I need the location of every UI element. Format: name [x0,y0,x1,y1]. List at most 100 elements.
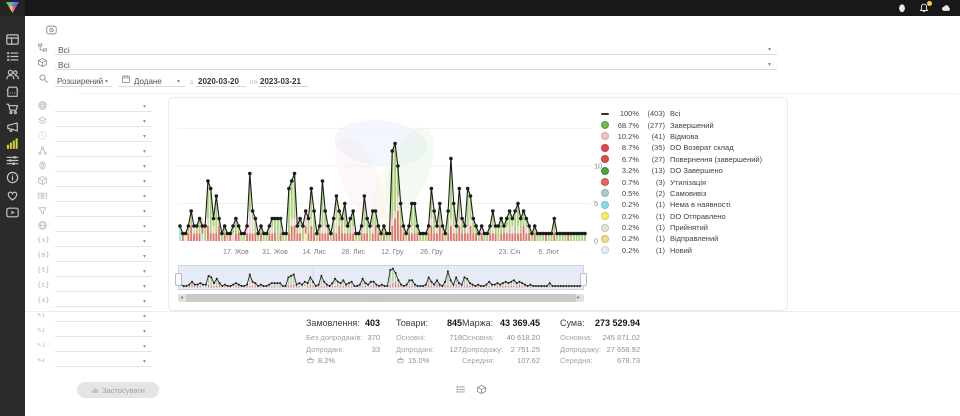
filter-affiliate[interactable] [37,145,155,160]
date-from-input[interactable]: 2020-03-20 [198,77,239,86]
legend-label: Повернення (завершений) [670,155,762,164]
sidebar-item-store[interactable] [5,84,20,99]
search-icon[interactable] [38,73,49,84]
product-filter-value[interactable]: Всі [58,60,70,70]
filter-utm-campaign[interactable]: {x} [37,295,155,310]
svg-text:28. Лис: 28. Лис [341,249,365,256]
legend-percent: 100% [613,109,639,118]
filter-note-1[interactable]: ✎₁ [37,310,155,325]
upsell-percent: 15.0% [408,355,429,367]
filter-underline [55,306,152,307]
legend-item[interactable]: 0.7%(3)Утилізація [601,176,783,187]
sidebar-item-marketing[interactable] [5,119,20,134]
filter-product[interactable] [37,175,155,190]
chevron-down-icon [143,223,146,230]
chevron-down-icon [143,103,146,110]
legend-item[interactable]: 6.7%(27)Повернення (завершений) [601,154,783,165]
legend-item[interactable]: 0.2%(1)Відправлений [601,233,783,244]
filter-utm-medium-icon: {m} [37,251,50,259]
chevron-down-icon [143,268,146,275]
stat-orders: Замовлення:403Без допродажів:370Допродан… [306,318,380,367]
stat-sub-label: Без допродажів: [306,332,363,344]
stat-margin: Маржа:43 369.45Основна:40 618.20Допродаж… [462,318,540,367]
legend-item[interactable]: 0.5%(2)Самовивіз [601,188,783,199]
filter-time[interactable] [37,130,155,145]
stat-value: 273 529.94 [595,318,640,328]
search-mode-select[interactable]: Розширений [57,77,103,86]
scroll-left-icon[interactable] [180,295,183,302]
scroll-right-icon[interactable] [577,295,580,302]
products-view-icon[interactable] [476,384,487,395]
stat-sub-value: 678.73 [617,355,640,367]
stat-sub-value: 127 [449,344,462,356]
legend-item[interactable]: 0.2%(1)DO Отправлено [601,211,783,222]
filter-utm-term[interactable]: {t} [37,265,155,280]
avatar-egg-icon[interactable] [896,2,908,14]
filter-supplier[interactable] [37,115,155,130]
date-field-select[interactable]: Додане [134,77,162,86]
sidebar-item-purchases[interactable] [5,101,20,116]
chevron-down-icon [768,62,771,68]
filter-utm-medium[interactable]: {m} [37,250,155,265]
sidebar-item-info[interactable] [5,170,20,185]
filter-underline [55,231,152,232]
legend-item[interactable]: 0.2%(1)Новий [601,245,783,256]
orders-chart-card: 051017. Жов31. Жов14. Лис28. Лис12. Гру2… [168,97,788,311]
legend-label: Завершений [670,121,714,130]
legend-marker-icon [601,121,609,129]
sidebar-item-customers[interactable] [5,67,20,82]
theme-cloud-icon[interactable] [940,2,952,14]
filter-underline [55,351,152,352]
svg-text:6. Лют: 6. Лют [538,249,559,256]
filter-note-3[interactable]: ✎₃ [37,340,155,355]
chevron-down-icon [143,283,146,290]
filter-note-4[interactable]: ✎₄ [37,355,155,370]
filter-country[interactable] [37,100,155,115]
stat-sub-value: 2 751.25 [511,344,540,356]
orders-list-view-icon[interactable] [455,384,466,395]
filter-website[interactable] [37,220,155,235]
legend-item[interactable]: 10.2%(41)Відмова [601,131,783,142]
filter-utm-source[interactable]: {s} [37,235,155,250]
legend-count: (2) [639,189,665,198]
filter-note-2[interactable]: ✎₂ [37,325,155,340]
legend-item[interactable]: 3.2%(13)DO Завершено [601,165,783,176]
sidebar-item-analytics[interactable] [5,136,20,151]
legend-item[interactable]: 0.2%(1)Прийнятий [601,222,783,233]
svg-text:14. Лис: 14. Лис [302,249,326,256]
brand-logo[interactable] [0,0,25,16]
filter-utm-content[interactable]: {c} [37,280,155,295]
stat-value: 845 [447,318,462,328]
brush-handle-left[interactable] [175,273,182,286]
legend-item[interactable]: 8.7%(35)DO Возврат склад [601,142,783,153]
brush-handle-right[interactable] [580,273,587,286]
brush-scrollbar-handle[interactable] [186,294,576,302]
sidebar-item-settings[interactable] [5,153,20,168]
display-icon[interactable] [44,24,59,36]
sidebar-item-dashboard[interactable] [5,32,20,47]
chevron-down-icon [143,163,146,170]
sidebar-item-care[interactable] [5,188,20,203]
legend-item[interactable]: 0.2%(1)Нема в наявності [601,199,783,210]
sidebar-item-orders[interactable] [5,49,20,64]
chart-legend: 100%(403)Всі68.7%(277)Завершений10.2%(41… [601,108,783,256]
filter-operator[interactable] [37,160,155,175]
sidebar-item-tutorials[interactable] [5,205,20,220]
filter-payment[interactable] [37,190,155,205]
filter-underline [55,111,152,112]
legend-item[interactable]: 100%(403)Всі [601,108,783,119]
stat-sub-label: Середня: [462,355,494,367]
chart-brush[interactable] [178,265,584,291]
date-to-input[interactable]: 2023-03-21 [260,77,301,86]
funnel-icon [37,205,48,216]
orders-daily-chart: 051017. Жов31. Жов14. Лис28. Лис12. Гру2… [178,101,608,259]
legend-item[interactable]: 68.7%(277)Завершений [601,119,783,130]
legend-percent: 0.2% [613,223,639,232]
legend-percent: 3.2% [613,166,639,175]
apply-filters-button[interactable]: Застосувати [77,382,159,398]
status-filter-value[interactable]: Всі [58,45,70,55]
notifications-bell-icon[interactable] [918,2,930,14]
legend-label: Відмова [670,132,698,141]
topbar-icons [896,0,952,16]
filter-funnel[interactable] [37,205,155,220]
